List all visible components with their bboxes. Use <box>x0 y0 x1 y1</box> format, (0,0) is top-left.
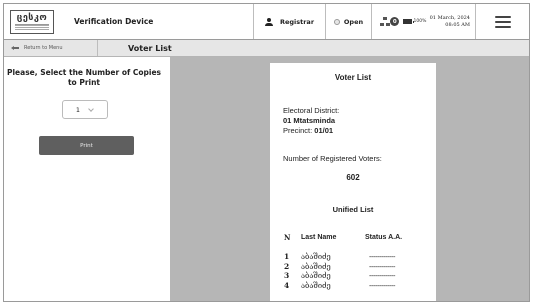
row-status: ------------- <box>369 280 395 290</box>
date-time: 01 March, 2024 08:05 AM <box>430 15 470 29</box>
list-title: Unified List <box>332 205 374 214</box>
table-row: 3 აბაშიძე ------------- <box>284 271 430 281</box>
row-last-name: აბაშიძე <box>301 261 331 271</box>
status-dot-icon <box>333 18 340 25</box>
back-arrow-icon <box>11 45 19 51</box>
column-header-last-name: Last Name <box>301 233 337 241</box>
precinct-status: Open <box>326 4 372 39</box>
row-status: ------------- <box>369 261 395 271</box>
table-row: 4 აბაშიძე ------------- <box>284 281 430 291</box>
row-number: 1 <box>284 252 290 262</box>
column-header-n: N <box>284 232 291 242</box>
row-number: 2 <box>284 261 290 271</box>
row-last-name: აბაშიძე <box>301 271 331 281</box>
system-status: 0 100% 01 March, 2024 08:05 AM <box>372 4 476 39</box>
app-title: Verification Device <box>74 17 154 26</box>
current-time: 08:05 AM <box>445 21 470 28</box>
copies-select[interactable]: 1 <box>62 100 108 119</box>
page-title: Voter List <box>128 43 172 53</box>
document-preview: Voter List Electoral District: 01 Mtatsm… <box>170 57 529 301</box>
logo-decoration <box>15 24 49 30</box>
print-button[interactable]: Print <box>39 136 134 155</box>
table-body: 1 აბაშიძე ------------- 2 აბაშიძე ------… <box>284 252 430 290</box>
logo-text: ცესკო <box>16 13 48 23</box>
row-number: 4 <box>284 280 290 290</box>
row-last-name: აბაშიძე <box>301 252 331 262</box>
return-to-menu-button[interactable]: Return to Menu <box>4 40 98 56</box>
user-role[interactable]: Registrar <box>254 4 326 39</box>
battery-icon <box>402 19 414 24</box>
voter-table: N Last Name Status A.A. 1 აბაშიძე ------… <box>284 231 430 290</box>
row-last-name: აბაშიძე <box>301 280 331 290</box>
current-date: 01 March, 2024 <box>429 14 470 21</box>
table-header: N Last Name Status A.A. <box>284 231 430 243</box>
copies-heading: Please, Select the Number of Copies to P… <box>6 68 161 87</box>
chevron-down-icon <box>89 107 94 112</box>
notification-count-badge[interactable]: 0 <box>390 17 400 26</box>
row-number: 3 <box>284 271 290 281</box>
row-status: ------------- <box>369 271 395 281</box>
sub-header: Return to Menu Voter List <box>4 40 529 57</box>
branding: ცესკო Verification Device <box>4 4 254 39</box>
precinct-line: Precinct: 01/01 <box>283 126 339 136</box>
registered-voters-count: 602 <box>346 173 360 182</box>
registered-voters-label: Number of Registered Voters: <box>283 154 382 163</box>
person-icon <box>264 17 273 26</box>
network-icon[interactable] <box>380 17 390 26</box>
district-label: Electoral District: <box>283 106 340 115</box>
return-to-menu-label: Return to Menu <box>24 45 63 51</box>
user-role-label: Registrar <box>279 17 315 26</box>
battery-percent: 100% <box>413 19 427 24</box>
district-info: Electoral District: 01 Mtatsminda Precin… <box>283 106 339 136</box>
menu-button[interactable] <box>476 4 529 39</box>
top-bar: ცესკო Verification Device Registrar Open… <box>4 4 529 40</box>
column-header-status: Status A.A. <box>365 233 403 241</box>
print-options-panel: Please, Select the Number of Copies to P… <box>4 57 170 301</box>
battery-status: 100% <box>402 19 427 24</box>
document-title: Voter List <box>334 73 372 82</box>
precinct-status-label: Open <box>343 17 364 26</box>
cesko-logo: ცესკო <box>10 9 54 34</box>
hamburger-menu-icon <box>494 15 511 28</box>
voter-list-page[interactable]: Voter List Electoral District: 01 Mtatsm… <box>270 63 436 301</box>
copies-value: 1 <box>75 105 81 114</box>
app-window: ცესკო Verification Device Registrar Open… <box>3 3 530 302</box>
row-status: ------------- <box>369 252 395 262</box>
table-row: 2 აბაშიძე ------------- <box>284 262 430 272</box>
precinct-value: 01/01 <box>314 126 334 135</box>
table-row: 1 აბაშიძე ------------- <box>284 252 430 262</box>
precinct-label: Precinct: <box>283 126 313 135</box>
district-value: 01 Mtatsminda <box>283 116 336 125</box>
